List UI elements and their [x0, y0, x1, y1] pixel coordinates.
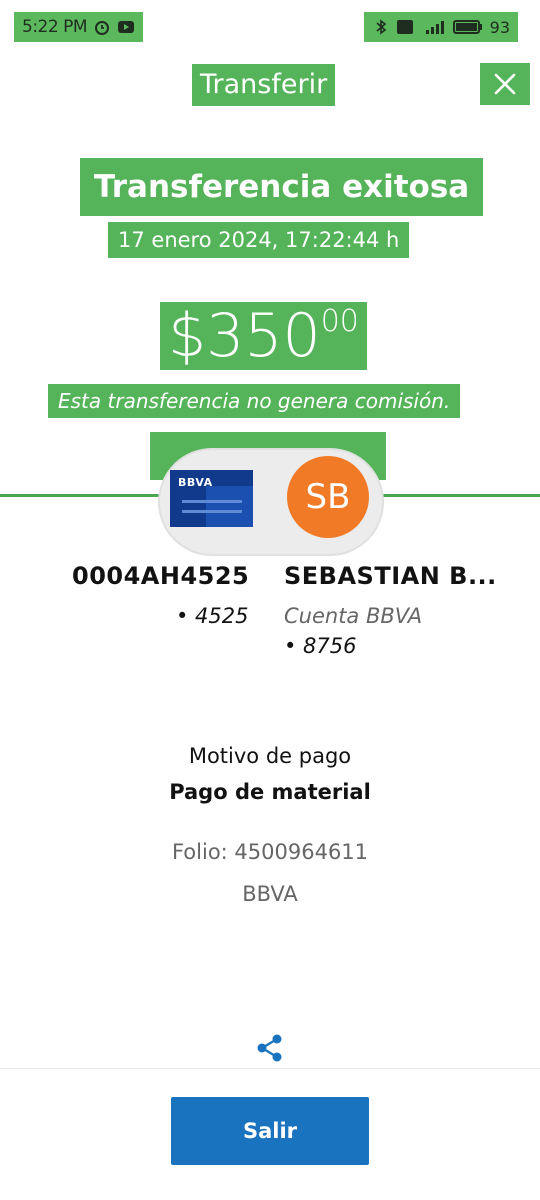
battery-icon [452, 20, 482, 34]
status-bar-right: 93 [363, 12, 518, 42]
status-time: 5:22 PM [22, 17, 88, 37]
transfer-datetime: 17 enero 2024, 17:22:44 h [108, 222, 410, 258]
motivo-value: Pago de material [169, 780, 371, 804]
source-digits: • 4525 [176, 604, 249, 628]
bottom-divider [0, 1068, 540, 1069]
close-button[interactable] [480, 63, 530, 105]
recipient-name: SEBASTIAN B... [284, 562, 497, 590]
bank-card-icon: BBVA [170, 470, 253, 527]
transfer-amount: $350 00 [160, 302, 367, 370]
status-bar-left: 5:22 PM [14, 12, 143, 42]
battery-level: 93 [489, 17, 510, 37]
folio-number: Folio: 4500964611 [171, 840, 369, 864]
recipient-bank: Cuenta BBVA [284, 604, 423, 628]
alarm-icon [95, 21, 109, 35]
bluetooth-icon [376, 19, 386, 35]
close-icon [494, 73, 516, 95]
share-icon[interactable] [254, 1032, 286, 1064]
volte-icon [396, 20, 413, 34]
card-line [182, 510, 242, 513]
source-account: 0004AH4525 [72, 562, 250, 590]
bank-name: BBVA [242, 882, 298, 906]
card-logo: BBVA [178, 476, 213, 489]
success-headline: Transferencia exitosa [80, 158, 484, 216]
signal-icon [425, 21, 444, 34]
status-bar: 5:22 PM 93 [0, 0, 540, 52]
commission-note: Esta transferencia no genera comisión. [48, 384, 461, 418]
card-stripe [206, 486, 253, 527]
card-line [182, 500, 242, 503]
amount-main: $350 [168, 301, 321, 371]
motivo-label: Motivo de pago [188, 744, 352, 768]
recipient-avatar: SB [287, 456, 369, 538]
page-title: Transferir [192, 64, 336, 106]
exit-button[interactable]: Salir [171, 1097, 369, 1165]
youtube-icon [118, 21, 134, 33]
title-bar: Transferir [0, 60, 540, 110]
recipient-digits: • 8756 [284, 634, 357, 658]
amount-cents: 00 [320, 304, 359, 339]
